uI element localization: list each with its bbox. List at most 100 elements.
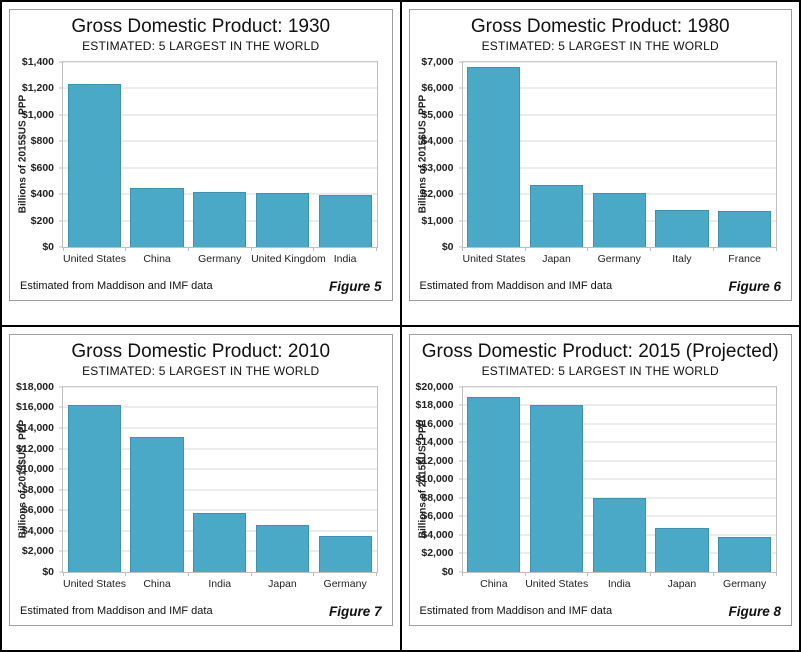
bar-chart-2010: Billions of 2015$US PPP $0$2,000$4,000$6… bbox=[10, 378, 392, 603]
x-category-label: Germany bbox=[314, 572, 377, 590]
x-tick-mark bbox=[462, 247, 463, 251]
y-tick-mark bbox=[459, 423, 463, 424]
chart-panel-2010: Gross Domestic Product: 2010 ESTIMATED: … bbox=[9, 334, 393, 626]
x-tick-mark bbox=[525, 572, 526, 576]
chart-cell-2015: Gross Domestic Product: 2015 (Projected)… bbox=[402, 327, 800, 650]
x-category-label: India bbox=[188, 572, 251, 590]
plot-area: $0$2,000$4,000$6,000$8,000$10,000$12,000… bbox=[62, 386, 378, 573]
y-tick-label: $16,000 bbox=[416, 418, 454, 430]
chart-subtitle: ESTIMATED: 5 LARGEST IN THE WORLD bbox=[410, 364, 792, 378]
bar-japan bbox=[530, 185, 583, 247]
source-note: Estimated from Maddison and IMF data bbox=[20, 605, 213, 617]
x-tick-mark bbox=[650, 572, 651, 576]
y-tick-label: $6,000 bbox=[421, 82, 453, 94]
x-tick-mark bbox=[587, 572, 588, 576]
y-tick-mark bbox=[459, 405, 463, 406]
bar-united-kingdom bbox=[256, 193, 309, 247]
x-tick-mark bbox=[650, 247, 651, 251]
chart-footer: Estimated from Maddison and IMF data Fig… bbox=[410, 278, 792, 300]
y-tick-label: $14,000 bbox=[416, 436, 454, 448]
y-tick-label: $1,000 bbox=[22, 109, 54, 121]
y-tick-mark bbox=[459, 61, 463, 62]
y-tick-mark bbox=[459, 516, 463, 517]
y-tick-label: $2,000 bbox=[421, 188, 453, 200]
bar-chart-1980: Billions of 2015$US PPP $0$1,000$2,000$3… bbox=[410, 53, 792, 278]
y-tick-label: $0 bbox=[442, 241, 454, 253]
y-tick-mark bbox=[459, 141, 463, 142]
x-tick-mark bbox=[376, 572, 377, 576]
chart-footer: Estimated from Maddison and IMF data Fig… bbox=[410, 603, 792, 625]
x-tick-mark bbox=[376, 247, 377, 251]
y-tick-label: $10,000 bbox=[16, 463, 54, 475]
source-note: Estimated from Maddison and IMF data bbox=[20, 280, 213, 292]
chart-subtitle: ESTIMATED: 5 LARGEST IN THE WORLD bbox=[410, 39, 792, 53]
y-tick-mark bbox=[459, 167, 463, 168]
x-tick-mark bbox=[125, 572, 126, 576]
y-tick-mark bbox=[59, 551, 63, 552]
x-tick-mark bbox=[776, 572, 777, 576]
y-tick-mark bbox=[59, 194, 63, 195]
bar-japan bbox=[655, 528, 708, 572]
chart-subtitle: ESTIMATED: 5 LARGEST IN THE WORLD bbox=[10, 364, 392, 378]
y-tick-mark bbox=[459, 194, 463, 195]
y-tick-label: $800 bbox=[31, 135, 54, 147]
chart-panel-1980: Gross Domestic Product: 1980 ESTIMATED: … bbox=[409, 9, 793, 301]
x-tick-mark bbox=[188, 247, 189, 251]
bar-germany bbox=[593, 193, 646, 247]
y-tick-mark bbox=[459, 386, 463, 387]
y-tick-mark bbox=[459, 114, 463, 115]
x-tick-mark bbox=[313, 572, 314, 576]
figure-label: Figure 8 bbox=[728, 604, 781, 619]
y-tick-mark bbox=[59, 489, 63, 490]
y-tick-label: $1,000 bbox=[421, 215, 453, 227]
bar-france bbox=[718, 211, 771, 247]
x-category-label: Germany bbox=[713, 572, 776, 590]
x-category-label: China bbox=[463, 572, 526, 590]
y-tick-label: $4,000 bbox=[421, 135, 453, 147]
x-category-label: United Kingdom bbox=[251, 247, 314, 265]
y-tick-label: $6,000 bbox=[421, 510, 453, 522]
plot-area: $0$1,000$2,000$3,000$4,000$5,000$6,000$7… bbox=[462, 61, 778, 248]
y-tick-label: $3,000 bbox=[421, 162, 453, 174]
figure-label: Figure 5 bbox=[329, 279, 382, 294]
y-tick-mark bbox=[59, 386, 63, 387]
x-tick-mark bbox=[313, 247, 314, 251]
y-tick-label: $12,000 bbox=[416, 455, 454, 467]
y-tick-label: $16,000 bbox=[16, 401, 54, 413]
y-tick-label: $4,000 bbox=[421, 529, 453, 541]
x-category-label: Germany bbox=[588, 247, 651, 265]
y-tick-mark bbox=[459, 553, 463, 554]
x-tick-mark bbox=[525, 247, 526, 251]
bar-china bbox=[467, 397, 520, 572]
y-tick-label: $200 bbox=[31, 215, 54, 227]
chart-panel-2015: Gross Domestic Product: 2015 (Projected)… bbox=[409, 334, 793, 626]
y-tick-mark bbox=[459, 479, 463, 480]
bar-china bbox=[130, 188, 183, 248]
y-tick-label: $5,000 bbox=[421, 109, 453, 121]
y-tick-label: $0 bbox=[42, 566, 54, 578]
x-category-label: Japan bbox=[525, 247, 588, 265]
y-tick-mark bbox=[59, 469, 63, 470]
source-note: Estimated from Maddison and IMF data bbox=[420, 605, 613, 617]
x-tick-mark bbox=[251, 247, 252, 251]
x-category-label: France bbox=[713, 247, 776, 265]
x-tick-mark bbox=[251, 572, 252, 576]
x-category-label: Japan bbox=[651, 572, 714, 590]
gdp-charts-grid: Gross Domestic Product: 1930 ESTIMATED: … bbox=[0, 0, 801, 652]
y-tick-label: $6,000 bbox=[22, 504, 54, 516]
y-tick-mark bbox=[459, 88, 463, 89]
x-tick-mark bbox=[713, 572, 714, 576]
x-category-label: United States bbox=[463, 247, 526, 265]
y-tick-label: $12,000 bbox=[16, 443, 54, 455]
y-tick-mark bbox=[459, 220, 463, 221]
source-note: Estimated from Maddison and IMF data bbox=[420, 280, 613, 292]
y-tick-mark bbox=[459, 460, 463, 461]
y-tick-mark bbox=[59, 88, 63, 89]
y-tick-mark bbox=[59, 61, 63, 62]
x-category-label: India bbox=[588, 572, 651, 590]
y-axis-label: Billions of 2015$US PPP bbox=[18, 420, 29, 538]
bar-japan bbox=[256, 525, 309, 572]
y-tick-mark bbox=[459, 497, 463, 498]
chart-title: Gross Domestic Product: 2010 bbox=[10, 341, 392, 363]
bar-chart-1930: Billions of 2015$US PPP $0$200$400$600$8… bbox=[10, 53, 392, 278]
